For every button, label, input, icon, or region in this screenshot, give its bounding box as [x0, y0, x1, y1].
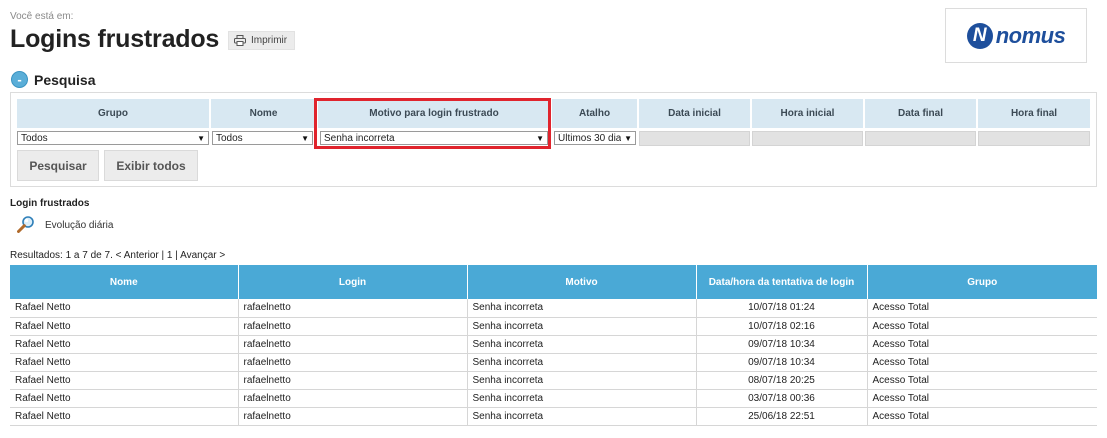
- column-header-motivo[interactable]: Motivo: [467, 265, 697, 299]
- data-final-field[interactable]: [865, 131, 976, 146]
- cell-login: rafaelnetto: [238, 335, 468, 354]
- cell-login: rafaelnetto: [238, 353, 468, 372]
- table-header-row: Nome Login Motivo Data/hora da tentativa…: [10, 265, 1097, 299]
- cell-motivo: Senha incorreta: [467, 353, 697, 372]
- cell-nome: Rafael Netto: [10, 407, 239, 426]
- cell-datahora: 10/07/18 01:24: [696, 299, 868, 318]
- cell-motivo: Senha incorreta: [467, 371, 697, 390]
- cell-motivo: Senha incorreta: [467, 317, 697, 336]
- next-page-link[interactable]: Avançar >: [180, 250, 225, 261]
- filter-header-hora-final: Hora final: [978, 99, 1090, 128]
- cell-datahora: 08/07/18 20:25: [696, 371, 868, 390]
- results-section-title: Login frustrados: [10, 198, 90, 209]
- cell-datahora: 10/07/18 02:16: [696, 317, 868, 336]
- search-section-title: Pesquisa: [34, 71, 96, 88]
- filter-header-data-final: Data final: [865, 99, 976, 128]
- cell-nome: Rafael Netto: [10, 299, 239, 318]
- evolution-link[interactable]: Evolução diária: [17, 215, 113, 236]
- pagination-separator: |: [161, 250, 165, 261]
- hora-inicial-field[interactable]: [752, 131, 863, 146]
- hora-final-field[interactable]: [978, 131, 1090, 146]
- column-header-nome[interactable]: Nome: [10, 265, 239, 299]
- chevron-down-icon: ▼: [536, 134, 544, 143]
- chevron-down-icon: ▼: [623, 132, 632, 144]
- cell-motivo: Senha incorreta: [467, 407, 697, 426]
- cell-motivo: Senha incorreta: [467, 299, 697, 318]
- cell-login: rafaelnetto: [238, 389, 468, 408]
- table-row[interactable]: Rafael Netto rafaelnetto Senha incorreta…: [10, 353, 1097, 372]
- nome-select[interactable]: Todos ▼: [212, 131, 313, 145]
- cell-nome: Rafael Netto: [10, 353, 239, 372]
- table-row[interactable]: Rafael Netto rafaelnetto Senha incorreta…: [10, 317, 1097, 336]
- search-section-header: - Pesquisa: [11, 71, 95, 88]
- column-header-grupo[interactable]: Grupo: [867, 265, 1097, 299]
- cell-datahora: 25/06/18 22:51: [696, 407, 868, 426]
- print-button-label: Imprimir: [251, 35, 288, 46]
- filter-header-data-inicial: Data inicial: [639, 99, 750, 128]
- cell-datahora: 03/07/18 00:36: [696, 389, 868, 408]
- breadcrumb: Você está em:: [10, 11, 74, 22]
- logo-wordmark: nomus: [995, 22, 1066, 48]
- show-all-button[interactable]: Exibir todos: [104, 150, 198, 181]
- motivo-select[interactable]: Senha incorreta ▼: [320, 131, 548, 145]
- chevron-down-icon: ▼: [301, 134, 309, 143]
- printer-icon: [234, 35, 246, 46]
- chevron-down-icon: ▼: [197, 134, 205, 143]
- magnifier-icon: [17, 215, 35, 236]
- cell-datahora: 09/07/18 10:34: [696, 335, 868, 354]
- cell-nome: Rafael Netto: [10, 317, 239, 336]
- page-number-link[interactable]: 1: [167, 250, 173, 261]
- cell-grupo: Acesso Total: [867, 317, 1097, 336]
- motivo-select-value: Senha incorreta: [324, 132, 395, 144]
- logo-mark: N: [966, 22, 993, 49]
- results-summary: Resultados: 1 a 7 de 7.: [10, 250, 113, 261]
- grupo-select[interactable]: Todos ▼: [17, 131, 209, 145]
- evolution-link-label: Evolução diária: [45, 220, 114, 231]
- cell-motivo: Senha incorreta: [467, 389, 697, 408]
- cell-grupo: Acesso Total: [867, 371, 1097, 390]
- cell-nome: Rafael Netto: [10, 371, 239, 390]
- collapse-icon[interactable]: -: [11, 71, 28, 88]
- cell-grupo: Acesso Total: [867, 389, 1097, 408]
- cell-nome: Rafael Netto: [10, 335, 239, 354]
- search-panel: Grupo Nome Motivo para login frustrado A…: [10, 92, 1097, 187]
- atalho-select-value: Últimos 30 dias: [558, 132, 621, 144]
- cell-datahora: 09/07/18 10:34: [696, 353, 868, 372]
- cell-login: rafaelnetto: [238, 407, 468, 426]
- grupo-select-value: Todos: [21, 132, 48, 144]
- cell-login: rafaelnetto: [238, 299, 468, 318]
- table-row[interactable]: Rafael Netto rafaelnetto Senha incorreta…: [10, 407, 1097, 426]
- previous-page-link[interactable]: < Anterior: [116, 250, 159, 261]
- cell-grupo: Acesso Total: [867, 299, 1097, 318]
- pagination-separator: |: [175, 250, 178, 261]
- data-inicial-field[interactable]: [639, 131, 750, 146]
- cell-login: rafaelnetto: [238, 317, 468, 336]
- cell-grupo: Acesso Total: [867, 335, 1097, 354]
- cell-nome: Rafael Netto: [10, 389, 239, 408]
- table-row[interactable]: Rafael Netto rafaelnetto Senha incorreta…: [10, 299, 1097, 318]
- column-header-datahora[interactable]: Data/hora da tentativa de login: [696, 265, 868, 299]
- table-row[interactable]: Rafael Netto rafaelnetto Senha incorreta…: [10, 335, 1097, 354]
- table-row[interactable]: Rafael Netto rafaelnetto Senha incorreta…: [10, 371, 1097, 390]
- filter-header-hora-inicial: Hora inicial: [752, 99, 863, 128]
- filter-header-grupo: Grupo: [17, 99, 209, 128]
- page-title: Logins frustrados: [10, 25, 220, 53]
- pagination: Resultados: 1 a 7 de 7. < Anterior | 1 |…: [10, 250, 225, 261]
- table-row[interactable]: Rafael Netto rafaelnetto Senha incorreta…: [10, 389, 1097, 408]
- search-button[interactable]: Pesquisar: [17, 150, 99, 181]
- cell-motivo: Senha incorreta: [467, 335, 697, 354]
- filter-header-motivo: Motivo para login frustrado: [318, 99, 550, 128]
- column-header-login[interactable]: Login: [238, 265, 468, 299]
- cell-login: rafaelnetto: [238, 371, 468, 390]
- filter-header-nome: Nome: [211, 99, 316, 128]
- filter-header-atalho: Atalho: [552, 99, 637, 128]
- cell-grupo: Acesso Total: [867, 353, 1097, 372]
- results-table: Nome Login Motivo Data/hora da tentativa…: [10, 265, 1097, 426]
- company-logo: N nomus: [945, 8, 1087, 63]
- atalho-select[interactable]: Últimos 30 dias ▼: [554, 131, 636, 145]
- cell-grupo: Acesso Total: [867, 407, 1097, 426]
- print-button[interactable]: Imprimir: [228, 31, 296, 50]
- nome-select-value: Todos: [216, 132, 243, 144]
